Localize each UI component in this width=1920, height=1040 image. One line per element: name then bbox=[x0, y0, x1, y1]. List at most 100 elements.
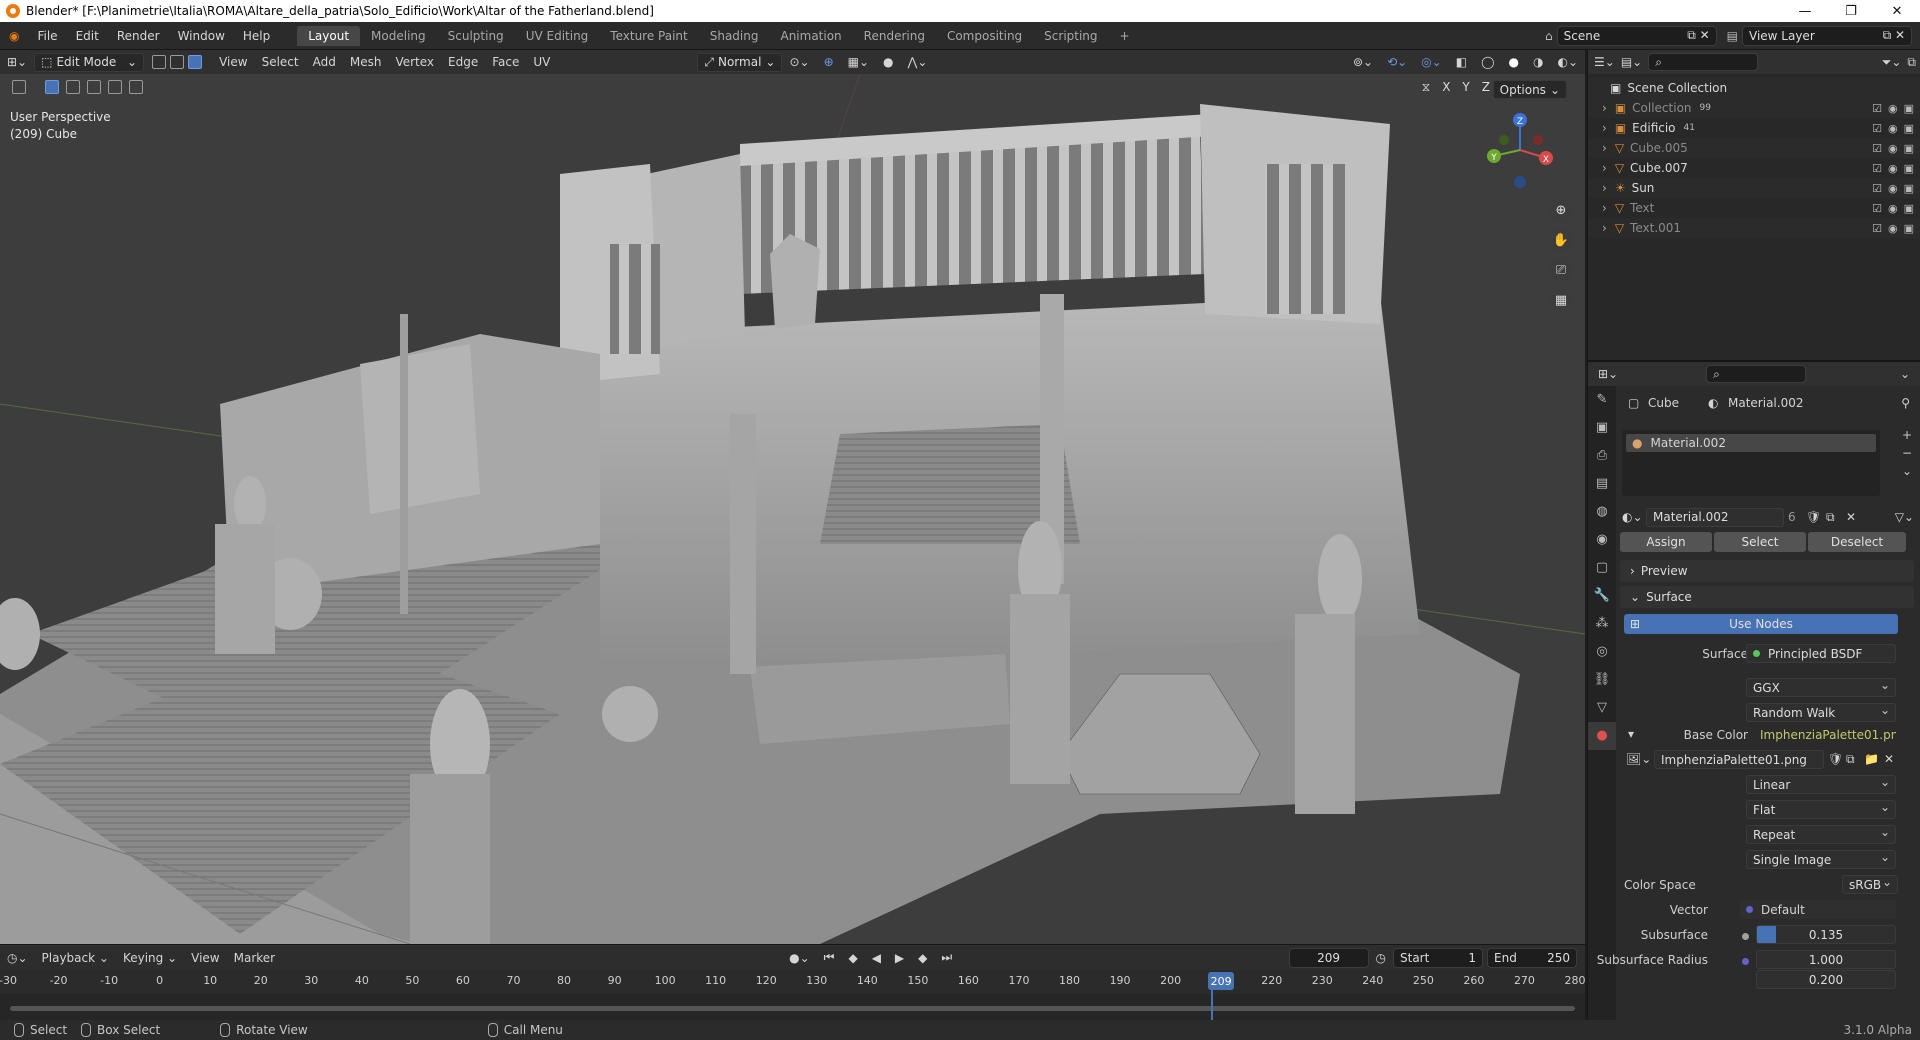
menu-edit[interactable]: Edit bbox=[67, 29, 108, 43]
eye-icon[interactable]: ◉ bbox=[1888, 222, 1898, 235]
exclude-checkbox-icon[interactable]: ☑ bbox=[1872, 102, 1882, 115]
fake-user-icon[interactable]: 🛡 bbox=[1806, 510, 1821, 524]
menu-playback[interactable]: Playback ⌄ bbox=[35, 951, 116, 965]
remove-slot-icon[interactable]: − bbox=[1902, 446, 1912, 460]
image-fake-user-icon[interactable]: 🛡 bbox=[1828, 752, 1843, 766]
pivot-icon[interactable]: ⊙⌄ bbox=[782, 55, 816, 69]
camera-render-icon[interactable]: ▣ bbox=[1904, 202, 1914, 215]
record-icon[interactable]: ●⌄ bbox=[782, 951, 817, 965]
subsurface-radius-y[interactable]: 0.200 bbox=[1756, 970, 1896, 989]
new-collection-icon[interactable]: ⧉ bbox=[1907, 55, 1916, 70]
modifier-tab-icon[interactable]: 🔧 bbox=[1588, 582, 1616, 610]
select-subtract-icon[interactable] bbox=[87, 80, 101, 94]
solid-shading-icon[interactable]: ● bbox=[1502, 55, 1526, 69]
duplicate-material-icon[interactable]: ⧉ bbox=[1826, 510, 1835, 525]
editor-type-icon[interactable]: ⊞⌄ bbox=[0, 55, 34, 69]
gizmo-toggle-icon[interactable]: ⟲⌄ bbox=[1380, 55, 1414, 69]
material-tab-icon[interactable]: ● bbox=[1588, 722, 1616, 750]
menu-vertex[interactable]: Vertex bbox=[388, 55, 441, 69]
add-workspace-icon[interactable]: + bbox=[1109, 26, 1141, 46]
data-tab-icon[interactable]: ▽ bbox=[1588, 694, 1616, 722]
object-tab-icon[interactable]: ▢ bbox=[1588, 554, 1616, 582]
menu-render[interactable]: Render bbox=[108, 29, 169, 43]
subsurface-slider[interactable]: 0.135 bbox=[1756, 925, 1896, 944]
outliner-root[interactable]: ▣ Scene Collection bbox=[1588, 78, 1920, 98]
image-unlink-icon[interactable]: ✕ bbox=[1884, 752, 1894, 766]
expand-arrow-icon[interactable]: › bbox=[1602, 221, 1607, 235]
tab-scripting[interactable]: Scripting bbox=[1033, 26, 1108, 46]
new-scene-icon[interactable]: ⧉ ✕ bbox=[1687, 28, 1709, 43]
material-name-field[interactable]: Material.002 bbox=[1646, 507, 1784, 527]
select-invert-icon[interactable] bbox=[108, 80, 122, 94]
outliner-editor-icon[interactable]: ☰⌄ bbox=[1594, 55, 1615, 69]
surface-panel[interactable]: ⌄ Surface bbox=[1620, 586, 1914, 608]
camera-render-icon[interactable]: ▣ bbox=[1904, 102, 1914, 115]
use-nodes-button[interactable]: ⊞ Use Nodes bbox=[1624, 614, 1898, 634]
unlink-material-icon[interactable]: ✕ bbox=[1846, 510, 1856, 524]
tab-rendering[interactable]: Rendering bbox=[853, 26, 936, 46]
material-shading-icon[interactable]: ◑ bbox=[1526, 55, 1550, 69]
base-color-link[interactable]: ImphenziaPalette01.png bbox=[1746, 725, 1896, 744]
extension-dropdown[interactable]: Repeat bbox=[1746, 825, 1896, 844]
vector-link[interactable]: Default bbox=[1740, 900, 1896, 919]
subsurface-radius-x[interactable]: 1.000 bbox=[1756, 950, 1896, 969]
outliner-item[interactable]: › ▣ Edificio 41 ☑ ◉ ▣ bbox=[1588, 118, 1920, 138]
mirror-z[interactable]: Z bbox=[1482, 80, 1490, 95]
minimize-icon[interactable]: — bbox=[1782, 4, 1828, 19]
pin-icon[interactable]: ⚲ bbox=[1901, 396, 1910, 410]
subsurface-radius-socket[interactable] bbox=[1742, 958, 1749, 965]
current-frame-marker[interactable]: 209 bbox=[1208, 972, 1235, 990]
jump-start-icon[interactable]: ⏮ bbox=[817, 950, 842, 965]
exclude-checkbox-icon[interactable]: ☑ bbox=[1872, 142, 1882, 155]
play-reverse-icon[interactable]: ◀ bbox=[865, 951, 888, 965]
exclude-checkbox-icon[interactable]: ☑ bbox=[1872, 162, 1882, 175]
tab-layout[interactable]: Layout bbox=[297, 25, 361, 46]
slot-menu-icon[interactable]: ⌄ bbox=[1902, 464, 1912, 478]
vertex-select-icon[interactable] bbox=[152, 55, 167, 69]
eye-icon[interactable]: ◉ bbox=[1888, 142, 1898, 155]
expand-arrow-icon[interactable]: › bbox=[1602, 201, 1607, 215]
falloff-icon[interactable]: ⋀⌄ bbox=[901, 55, 935, 69]
eye-icon[interactable]: ◉ bbox=[1888, 162, 1898, 175]
tab-texture-paint[interactable]: Texture Paint bbox=[599, 26, 698, 46]
preview-range-icon[interactable]: ◷ bbox=[1369, 951, 1393, 965]
snap-target-icon[interactable]: ▦⌄ bbox=[841, 55, 876, 69]
rendered-shading-icon[interactable]: ◐⌄ bbox=[1550, 55, 1585, 69]
current-frame-field[interactable]: 209 bbox=[1288, 947, 1369, 968]
camera-render-icon[interactable]: ▣ bbox=[1904, 142, 1914, 155]
snap-icon[interactable]: ⊕ bbox=[817, 55, 841, 69]
outliner-item[interactable]: › ☀ Sun ☑ ◉ ▣ bbox=[1588, 178, 1920, 198]
wireframe-shading-icon[interactable]: ◯ bbox=[1474, 55, 1501, 69]
start-frame-field[interactable]: Start 1 bbox=[1393, 947, 1483, 968]
outliner-item[interactable]: › ▽ Cube.005 ☑ ◉ ▣ bbox=[1588, 138, 1920, 158]
close-icon[interactable]: ✕ bbox=[1874, 4, 1920, 19]
menu-window[interactable]: Window bbox=[169, 29, 234, 43]
menu-keying[interactable]: Keying ⌄ bbox=[116, 951, 184, 965]
base-color-expand-icon[interactable]: ▾ bbox=[1628, 727, 1634, 741]
world-tab-icon[interactable]: ◉ bbox=[1588, 526, 1616, 554]
material-slot-list[interactable]: ● Material.002 bbox=[1622, 430, 1880, 496]
proportional-edit-icon[interactable]: ● bbox=[876, 55, 900, 69]
expand-arrow-icon[interactable]: › bbox=[1602, 101, 1607, 115]
view-layer-selector[interactable]: View Layer ⧉ ✕ bbox=[1742, 25, 1912, 46]
image-name-field[interactable]: ImphenziaPalette01.png bbox=[1654, 750, 1824, 769]
material-slot-row[interactable]: ● Material.002 bbox=[1626, 434, 1876, 452]
tool-cursor-icon[interactable] bbox=[12, 80, 26, 94]
menu-marker[interactable]: Marker bbox=[227, 951, 282, 965]
menu-edge[interactable]: Edge bbox=[441, 55, 485, 69]
distribution-dropdown[interactable]: GGX bbox=[1746, 678, 1896, 697]
filter-icon[interactable]: ⏷⌄ bbox=[1882, 55, 1902, 70]
expand-arrow-icon[interactable]: › bbox=[1602, 141, 1607, 155]
expand-arrow-icon[interactable]: › bbox=[1602, 161, 1607, 175]
new-view-layer-icon[interactable]: ⧉ ✕ bbox=[1883, 28, 1905, 43]
outliner-item[interactable]: › ▽ Cube.007 ☑ ◉ ▣ bbox=[1588, 158, 1920, 178]
output-tab-icon[interactable]: ⎙ bbox=[1588, 442, 1616, 470]
constraints-tab-icon[interactable]: ⛓ bbox=[1588, 666, 1616, 694]
3d-viewport[interactable]: ⧖ X Y Z Options ⌄ User Perspective (209) … bbox=[0, 74, 1585, 944]
menu-mesh[interactable]: Mesh bbox=[343, 55, 389, 69]
scene-selector[interactable]: Scene ⧉ ✕ bbox=[1556, 25, 1717, 46]
particles-tab-icon[interactable]: ⁂ bbox=[1588, 610, 1616, 638]
image-browse-icon[interactable]: 🖼⌄ bbox=[1626, 752, 1651, 766]
select-new-icon[interactable] bbox=[45, 80, 59, 94]
eye-icon[interactable]: ◉ bbox=[1888, 182, 1898, 195]
